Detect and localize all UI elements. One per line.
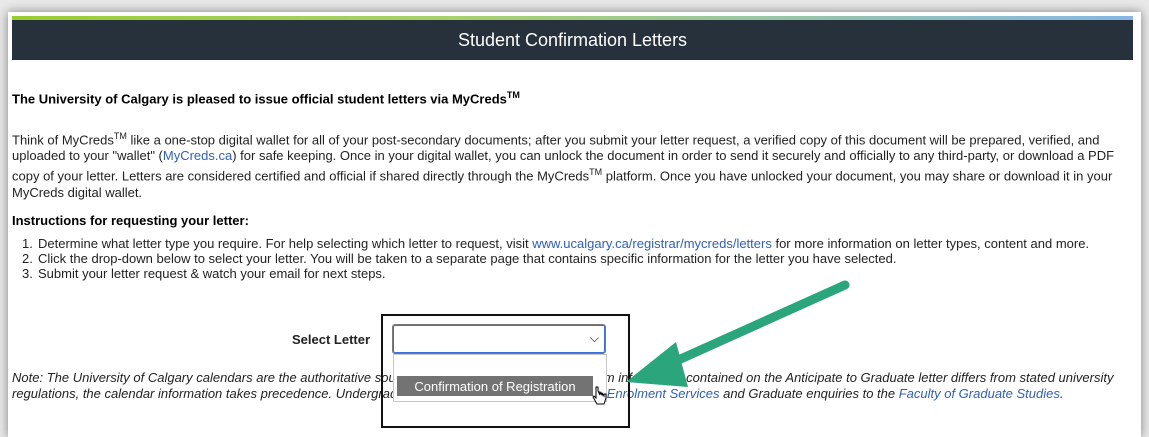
arrow-annotation-icon	[626, 280, 850, 387]
hand-cursor-icon	[592, 386, 607, 405]
